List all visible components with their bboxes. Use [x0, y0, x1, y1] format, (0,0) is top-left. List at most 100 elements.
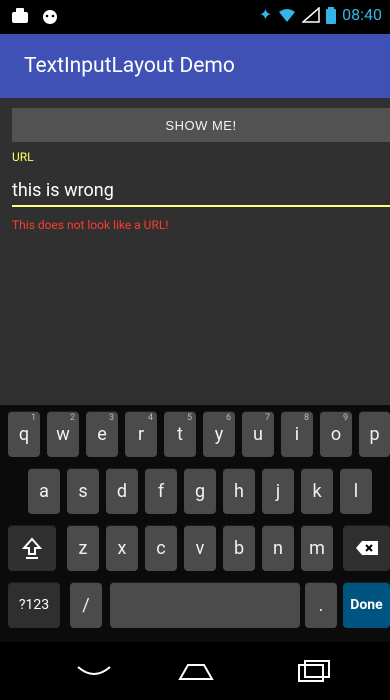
key-x-label: x	[117, 537, 127, 559]
key-w[interactable]: 2w	[47, 411, 79, 457]
key-t-label: t	[177, 423, 183, 445]
key-q-hint: 1	[30, 413, 36, 423]
key-v[interactable]: v	[184, 525, 216, 571]
key-n[interactable]: n	[262, 525, 294, 571]
key-q-label: q	[18, 423, 30, 445]
key-g[interactable]: g	[184, 468, 216, 514]
navigation-bar	[0, 642, 390, 700]
back-icon[interactable]	[68, 657, 120, 685]
signal-icon	[302, 6, 320, 23]
key-x[interactable]: x	[106, 525, 138, 571]
key-c-label: c	[156, 537, 166, 559]
key-k[interactable]: k	[301, 468, 333, 514]
key-w-label: w	[56, 423, 70, 445]
key-z[interactable]: z	[67, 525, 99, 571]
symbols-key[interactable]: ?123	[8, 582, 60, 628]
soft-keyboard: 1q 2w 3e 4r 5t 6y 7u 8i 9o p a s d f g h…	[0, 405, 390, 642]
key-o[interactable]: 9o	[320, 411, 352, 457]
key-e[interactable]: 3e	[86, 411, 118, 457]
key-a[interactable]: a	[28, 468, 60, 514]
key-p-label: p	[369, 423, 380, 445]
keyboard-row-1: 1q 2w 3e 4r 5t 6y 7u 8i 9o p	[0, 411, 390, 461]
key-a-label: a	[39, 480, 49, 502]
key-i-hint: 8	[303, 413, 309, 423]
key-s-label: s	[78, 480, 88, 502]
key-b-label: b	[233, 537, 245, 559]
key-l-label: l	[353, 480, 359, 502]
key-m[interactable]: m	[301, 525, 333, 571]
key-y[interactable]: 6y	[203, 411, 235, 457]
period-key-label: .	[318, 594, 324, 616]
key-c[interactable]: c	[145, 525, 177, 571]
key-t[interactable]: 5t	[164, 411, 196, 457]
key-h[interactable]: h	[223, 468, 255, 514]
key-e-label: e	[97, 423, 107, 445]
keyboard-row-4: ?123 / . Done	[0, 582, 390, 632]
app-bar: TextInputLayout Demo	[0, 34, 390, 98]
key-g-label: g	[194, 480, 206, 502]
slash-key[interactable]: /	[70, 582, 102, 628]
android-icon	[43, 10, 57, 24]
battery-icon	[326, 6, 337, 24]
key-u-label: u	[253, 423, 263, 445]
key-v-label: v	[195, 537, 205, 559]
backspace-icon	[355, 541, 378, 555]
symbols-key-label: ?123	[18, 597, 50, 613]
key-i[interactable]: 8i	[281, 411, 313, 457]
shift-icon	[22, 537, 42, 559]
key-j-label: j	[275, 480, 281, 502]
key-r[interactable]: 4r	[125, 411, 157, 457]
done-key[interactable]: Done	[343, 582, 390, 628]
url-input[interactable]: this is wrong	[12, 180, 114, 201]
key-q[interactable]: 1q	[8, 411, 40, 457]
status-bar: ✦ 08:40	[0, 0, 390, 34]
content-area: SHOW ME! URL this is wrong This does not…	[0, 98, 390, 405]
status-right-icons: ✦ 08:40	[259, 5, 382, 24]
key-y-label: y	[214, 423, 224, 445]
space-key[interactable]	[110, 582, 300, 628]
bluetooth-icon: ✦	[258, 5, 273, 24]
slash-key-label: /	[82, 594, 90, 616]
key-f-label: f	[157, 480, 165, 502]
key-f[interactable]: f	[145, 468, 177, 514]
key-o-hint: 9	[342, 413, 348, 423]
key-h-label: h	[234, 480, 244, 502]
shift-key[interactable]	[8, 525, 56, 571]
url-hint-label: URL	[12, 150, 34, 164]
key-i-label: i	[294, 423, 300, 445]
key-j[interactable]: j	[262, 468, 294, 514]
keyboard-row-3: z x c v b n m	[0, 525, 390, 575]
wifi-icon	[279, 8, 296, 22]
key-d-label: d	[116, 480, 128, 502]
key-u[interactable]: 7u	[242, 411, 274, 457]
status-left-icons	[10, 7, 60, 25]
key-b[interactable]: b	[223, 525, 255, 571]
keyboard-row-2: a s d f g h j k l	[0, 468, 390, 518]
backspace-key[interactable]	[343, 525, 390, 571]
done-key-label: Done	[350, 597, 383, 613]
key-r-hint: 4	[147, 413, 153, 423]
key-d[interactable]: d	[106, 468, 138, 514]
key-o-label: o	[330, 423, 342, 445]
key-p[interactable]: p	[359, 411, 390, 457]
url-error-message: This does not look like a URL!	[12, 218, 169, 232]
url-input-underline	[12, 205, 390, 207]
key-e-hint: 3	[108, 413, 114, 423]
recent-apps-icon[interactable]	[287, 657, 339, 685]
key-l[interactable]: l	[340, 468, 372, 514]
key-w-hint: 2	[69, 413, 75, 423]
key-m-label: m	[309, 537, 325, 559]
app-title: TextInputLayout Demo	[24, 54, 235, 78]
notification-icon	[12, 8, 28, 23]
period-key[interactable]: .	[305, 582, 337, 628]
show-me-button[interactable]: SHOW ME!	[12, 108, 390, 142]
status-time: 08:40	[342, 5, 382, 24]
key-u-hint: 7	[264, 413, 270, 423]
key-n-label: n	[273, 537, 283, 559]
key-s[interactable]: s	[67, 468, 99, 514]
key-r-label: r	[137, 423, 145, 445]
key-z-label: z	[78, 537, 88, 559]
key-y-hint: 6	[225, 413, 231, 423]
home-icon[interactable]	[170, 657, 222, 685]
key-k-label: k	[312, 480, 322, 502]
